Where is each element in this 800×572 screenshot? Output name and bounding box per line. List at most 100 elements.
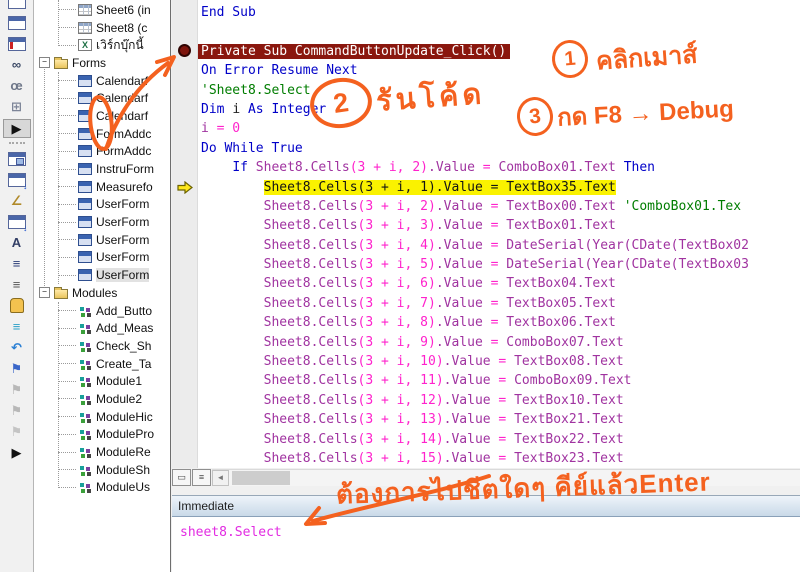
view-object-icon[interactable] <box>4 14 30 31</box>
code-line[interactable]: Sheet8.Cells(3 + i, 6).Value = TextBox04… <box>201 274 800 293</box>
code-line[interactable]: Sheet8.Cells(3 + i, 12).Value = TextBox1… <box>201 391 800 410</box>
breakpoint-dot-icon[interactable] <box>178 44 191 57</box>
next-bookmark-icon[interactable]: ⚑ <box>4 381 30 398</box>
export-file-icon <box>7 172 28 191</box>
code-line[interactable]: Sheet8.Cells(3 + i, 9).Value = ComboBox0… <box>201 333 800 352</box>
font-style-icon[interactable]: A <box>4 234 30 251</box>
procedure-view-button[interactable]: ▭ <box>172 468 191 486</box>
code-line[interactable]: Sheet8.Cells(3 + i, 11).Value = ComboBox… <box>201 371 800 390</box>
tree-item-userform[interactable]: UserForm <box>34 266 170 284</box>
select-ruler-icon[interactable]: ∠ <box>4 192 30 209</box>
tree-connector <box>58 310 76 312</box>
code-line[interactable]: Private Sub CommandButtonUpdate_Click() <box>198 42 800 61</box>
tree-item--[interactable]: X เวิร์กบุ๊กนี้ <box>34 36 170 54</box>
tree-item-modulehic[interactable]: ModuleHic <box>34 408 170 426</box>
tree-connector <box>58 115 76 117</box>
code-line[interactable]: Sheet8.Cells(3 + i, 14).Value = TextBox2… <box>201 430 800 449</box>
tree-item-label: FormAddc <box>96 144 152 159</box>
tree-item-formaddc[interactable]: FormAddc <box>34 125 170 143</box>
full-module-view-button[interactable]: ≡ <box>192 468 211 486</box>
tree-item-moduleus[interactable]: ModuleUs <box>34 479 170 497</box>
module-icon <box>78 358 92 370</box>
code-line[interactable]: Sheet8.Cells(3 + i, 1).Value = TextBox35… <box>201 178 800 197</box>
prev-bookmark-icon[interactable]: ⚑ <box>4 402 30 419</box>
tree-item-userform[interactable]: UserForm <box>34 213 170 231</box>
tree-item-modulere[interactable]: ModuleRe <box>34 443 170 461</box>
toolbar-options2-icon[interactable]: ▶ <box>4 444 30 461</box>
undo-list-icon[interactable]: ↶ <box>4 339 30 356</box>
object-browser-icon[interactable]: œ <box>4 77 30 94</box>
clear-bookmarks-icon[interactable]: ⚑ <box>4 423 30 440</box>
workbook-icon: X <box>78 39 92 52</box>
tree-item-instruform[interactable]: InstruForm <box>34 160 170 178</box>
tree-item-forms[interactable]: − Forms <box>34 54 170 72</box>
code-line[interactable]: Sheet8.Cells(3 + i, 15).Value = TextBox2… <box>201 449 800 468</box>
code-line[interactable]: Sheet8.Cells(3 + i, 5).Value = DateSeria… <box>201 255 800 274</box>
toolbox-window-icon[interactable] <box>4 0 30 10</box>
object-browser-icon: œ <box>10 78 23 93</box>
tree-connector <box>58 380 76 382</box>
paste-form-icon[interactable] <box>4 213 30 233</box>
code-line[interactable]: On Error Resume Next <box>201 61 800 80</box>
form-icon <box>78 163 92 176</box>
tree-item-create-ta[interactable]: Create_Ta <box>34 355 170 373</box>
export-file-icon[interactable] <box>4 171 30 191</box>
tree-item-modulesh[interactable]: ModuleSh <box>34 461 170 479</box>
tree-item-sheet6-in[interactable]: Sheet6 (in <box>34 1 170 19</box>
tree-item-modulepro[interactable]: ModulePro <box>34 426 170 444</box>
scroll-left-button[interactable]: ◄ <box>212 469 229 486</box>
list-properties-icon[interactable]: ≡ <box>4 318 30 335</box>
code-line[interactable]: Do While True <box>201 139 800 158</box>
call-stack-icon[interactable]: ⊞ <box>4 98 30 115</box>
breakpoint-margin[interactable] <box>172 0 198 468</box>
immediate-text[interactable]: sheet8.Select <box>180 525 282 540</box>
tree-item-formaddc[interactable]: FormAddc <box>34 143 170 161</box>
tree-connector <box>58 256 76 258</box>
code-line[interactable]: Sheet8.Cells(3 + i, 13).Value = TextBox2… <box>201 410 800 429</box>
tree-item-calendarf[interactable]: Calendarf <box>34 107 170 125</box>
code-line[interactable]: Sheet8.Cells(3 + i, 7).Value = TextBox05… <box>201 294 800 313</box>
tree-item-add-butto[interactable]: Add_Butto <box>34 302 170 320</box>
outdent-icon[interactable]: ≡ <box>4 276 30 293</box>
tree-item-calendarf[interactable]: Calendarf <box>34 89 170 107</box>
code-area[interactable]: End Sub Private Sub CommandButtonUpdate_C… <box>198 0 800 468</box>
code-line[interactable]: Sheet8.Cells(3 + i, 4).Value = DateSeria… <box>201 236 800 255</box>
left-toolbar: ∞ œ ⊞ ▶ ∠ A ≡ ≡ ≡ ↶ ⚑ ⚑ ⚑ ⚑ ▶ <box>0 0 34 572</box>
tree-item-module1[interactable]: Module1 <box>34 372 170 390</box>
collapse-toggle-icon[interactable]: − <box>39 57 50 69</box>
pan-hand-icon[interactable] <box>4 297 30 314</box>
find-icon: ∞ <box>11 57 22 72</box>
scrollbar-thumb[interactable] <box>232 470 290 485</box>
sheet-icon <box>78 21 92 34</box>
tree-item-measurefo[interactable]: Measurefo <box>34 178 170 196</box>
tree-item-check-sh[interactable]: Check_Sh <box>34 337 170 355</box>
tree-item-sheet8-c[interactable]: Sheet8 (c <box>34 19 170 37</box>
properties-window-icon[interactable] <box>4 35 30 52</box>
toolbar-options-icon[interactable]: ▶ <box>2 119 31 138</box>
bookmark-icon[interactable]: ⚑ <box>4 360 30 377</box>
tree-item-userform[interactable]: UserForm <box>34 249 170 267</box>
tree-item-add-meas[interactable]: Add_Meas <box>34 319 170 337</box>
code-line[interactable]: If Sheet8.Cells(3 + i, 2).Value = ComboB… <box>201 158 800 177</box>
immediate-input[interactable]: sheet8.Select <box>172 517 800 572</box>
find-icon[interactable]: ∞ <box>4 56 30 73</box>
module-icon <box>78 446 92 458</box>
tree-item-userform[interactable]: UserForm <box>34 196 170 214</box>
tree-item-label: UserForm <box>96 268 150 283</box>
collapse-toggle-icon[interactable]: − <box>39 287 50 299</box>
copy-module-icon <box>7 151 26 166</box>
tree-item-calendarf[interactable]: Calendarf <box>34 72 170 90</box>
code-line[interactable] <box>201 22 800 41</box>
tree-item-module2[interactable]: Module2 <box>34 390 170 408</box>
code-line[interactable]: Sheet8.Cells(3 + i, 3).Value = TextBox01… <box>201 216 800 235</box>
indent-icon[interactable]: ≡ <box>4 255 30 272</box>
tree-item-modules[interactable]: − Modules <box>34 284 170 302</box>
copy-module-icon[interactable] <box>4 150 30 167</box>
code-line[interactable]: End Sub <box>201 3 800 22</box>
clear-bookmarks-icon: ⚑ <box>10 424 23 439</box>
tree-item-userform[interactable]: UserForm <box>34 231 170 249</box>
tree-connector <box>58 80 76 82</box>
code-line[interactable]: Sheet8.Cells(3 + i, 2).Value = TextBox00… <box>201 197 800 216</box>
code-line[interactable]: Sheet8.Cells(3 + i, 10).Value = TextBox0… <box>201 352 800 371</box>
code-line[interactable]: Sheet8.Cells(3 + i, 8).Value = TextBox06… <box>201 313 800 332</box>
